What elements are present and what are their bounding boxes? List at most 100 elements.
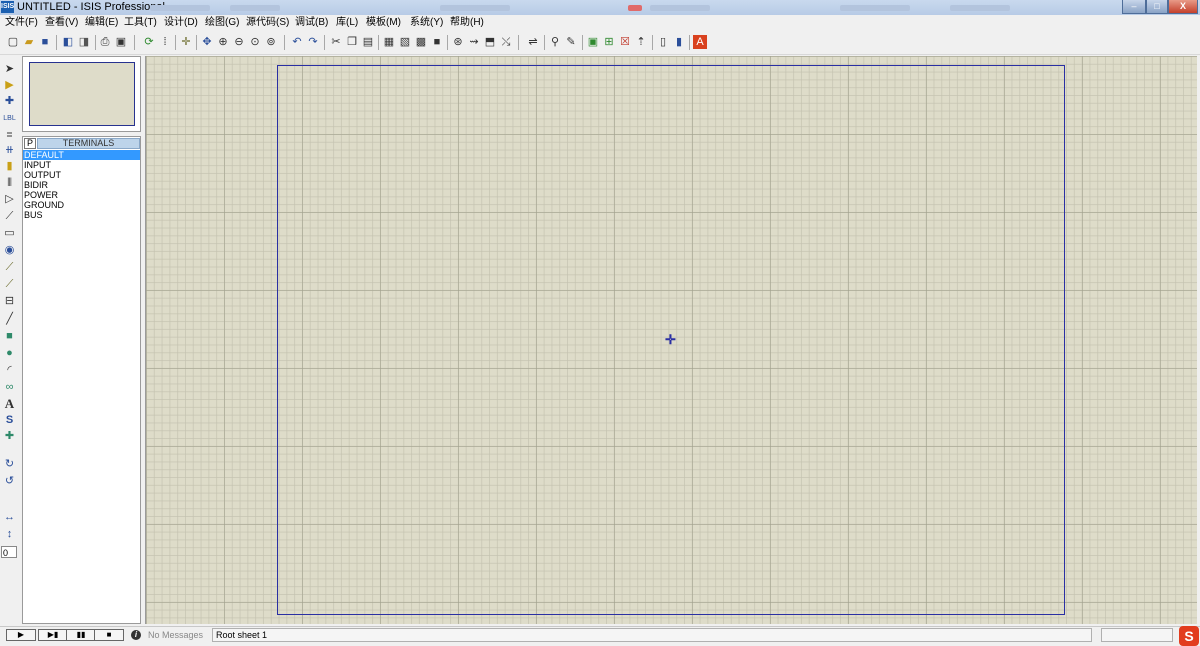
terminal-item[interactable]: BIDIR [23,180,140,190]
zoom-all-icon[interactable]: ⊙ [248,35,262,49]
bus-icon[interactable]: ⧺ [2,143,17,158]
terminal-item[interactable]: GROUND [23,200,140,210]
voltage-probe-icon[interactable]: ⟋ [2,260,17,275]
search-icon[interactable]: ⚲ [548,35,562,49]
rotate-cw-icon[interactable]: ↻ [2,457,17,472]
line-icon[interactable]: ╱ [2,312,17,327]
undo-icon[interactable]: ↶ [290,35,304,49]
block-move-icon[interactable]: ▧ [398,35,412,49]
zoom-in-icon[interactable]: ⊕ [216,35,230,49]
terminal-item[interactable]: DEFAULT [23,150,140,160]
generator-icon[interactable]: ◉ [2,243,17,258]
import-icon[interactable]: ◧ [61,35,75,49]
sogou-logo[interactable]: S [1179,626,1199,646]
menu-view[interactable]: 查看(V) [45,17,78,29]
wire-label-icon[interactable]: LBL [2,111,17,126]
export-icon[interactable]: ◨ [77,35,91,49]
property-tool-icon[interactable]: ✎ [564,35,578,49]
component-icon[interactable]: ▶ [2,78,17,93]
close-button[interactable]: X [1168,0,1198,14]
junction-icon[interactable]: ✚ [2,94,17,109]
window-title: UNTITLED - ISIS Professional [17,1,165,13]
current-probe-icon[interactable]: ⟋ [2,277,17,292]
pin-icon[interactable]: ▷ [2,192,17,207]
exit-parent-icon[interactable]: ⇡ [634,35,648,49]
terminal-item[interactable]: BUS [23,210,140,220]
toolbar: ▢ ▰ ■ ◧ ◨ ⎙ ▣ ⟳ ⁞ ✛ ✥ ⊕ ⊖ ⊙ ⊚ ↶ ↷ ✂ ❐ ▤ … [0,31,1200,55]
menu-design[interactable]: 设计(D) [164,17,198,29]
block-delete-icon[interactable]: ■ [430,35,444,49]
subcircuit-icon[interactable]: ▮ [2,159,17,174]
tape-icon[interactable]: ▭ [2,226,17,241]
wire-autorouter-icon[interactable]: ⇌ [526,35,540,49]
erc-icon[interactable]: ▮ [672,35,686,49]
block-copy-icon[interactable]: ▦ [382,35,396,49]
menu-debug[interactable]: 调试(B) [295,17,328,29]
menu-source[interactable]: 源代码(S) [246,17,289,29]
rotate-ccw-icon[interactable]: ↺ [2,474,17,489]
selection-icon[interactable]: ➤ [2,62,17,77]
menu-edit[interactable]: 编辑(E) [85,17,118,29]
menu-system[interactable]: 系统(Y) [410,17,443,29]
terminal-item[interactable]: OUTPUT [23,170,140,180]
remove-sheet-icon[interactable]: ☒ [618,35,632,49]
path-icon[interactable]: ∞ [2,380,17,395]
step-button[interactable]: ▶▮ [38,629,68,641]
pan-icon[interactable]: ✥ [200,35,214,49]
save-icon[interactable]: ■ [38,35,52,49]
pick-button[interactable]: P [24,138,36,149]
copy-icon[interactable]: ❐ [345,35,359,49]
coordinate-field [1101,628,1173,642]
terminal-icon[interactable]: ⫴ [2,176,17,191]
text-script-icon[interactable]: ≣ [2,127,17,142]
background-ghost [230,5,280,11]
package-icon[interactable]: ⬒ [483,35,497,49]
menu-file[interactable]: 文件(F) [5,17,38,29]
graph-icon[interactable]: ⟋ [2,209,17,224]
menu-help[interactable]: 帮助(H) [450,17,484,29]
make-device-icon[interactable]: ⇝ [467,35,481,49]
virtual-instrument-icon[interactable]: ⊟ [2,294,17,309]
zoom-out-icon[interactable]: ⊖ [232,35,246,49]
pick-device-icon[interactable]: ⊛ [451,35,465,49]
menu-tools[interactable]: 工具(T) [124,17,157,29]
menu-graph[interactable]: 绘图(G) [205,17,239,29]
arc-icon[interactable]: ◜ [2,363,17,378]
add-sheet-icon[interactable]: ⊞ [602,35,616,49]
symbol-icon[interactable]: S [2,413,17,428]
rotation-input[interactable]: 0 [1,546,17,558]
stop-button[interactable]: ■ [94,629,124,641]
terminal-item[interactable]: POWER [23,190,140,200]
menu-library[interactable]: 库(L) [336,17,358,29]
circle-icon[interactable]: ● [2,346,17,361]
grid-icon[interactable]: ⁞ [158,35,172,49]
open-icon[interactable]: ▰ [22,35,36,49]
terminal-item[interactable]: INPUT [23,160,140,170]
text-icon[interactable]: A [2,396,17,411]
refresh-icon[interactable]: ⟳ [142,35,156,49]
menu-template[interactable]: 模板(M) [366,17,401,29]
paste-icon[interactable]: ▤ [361,35,375,49]
minimize-button[interactable]: – [1122,0,1146,14]
marker-icon[interactable]: ✚ [2,429,17,444]
print-area-icon[interactable]: ▣ [114,35,128,49]
mirror-horizontal-icon[interactable]: ↔ [2,510,17,525]
maximize-button[interactable]: □ [1146,0,1168,14]
block-rotate-icon[interactable]: ▩ [414,35,428,49]
box-icon[interactable]: ■ [2,329,17,344]
cut-icon[interactable]: ✂ [329,35,343,49]
mirror-vertical-icon[interactable]: ↕ [2,527,17,542]
origin-icon[interactable]: ✛ [179,35,193,49]
play-button[interactable]: ▶ [6,629,36,641]
pause-button[interactable]: ▮▮ [66,629,96,641]
bom-icon[interactable]: ▯ [656,35,670,49]
ares-icon[interactable]: A [693,35,707,49]
decompose-icon[interactable]: ⤯ [499,35,513,49]
zoom-area-icon[interactable]: ⊚ [264,35,278,49]
redo-icon[interactable]: ↷ [306,35,320,49]
messages-status[interactable]: No Messages [148,630,203,641]
new-sheet-icon[interactable]: ▣ [586,35,600,49]
print-icon[interactable]: ⎙ [98,35,112,49]
new-icon[interactable]: ▢ [6,35,20,49]
selector-header: TERMINALS [37,138,140,149]
